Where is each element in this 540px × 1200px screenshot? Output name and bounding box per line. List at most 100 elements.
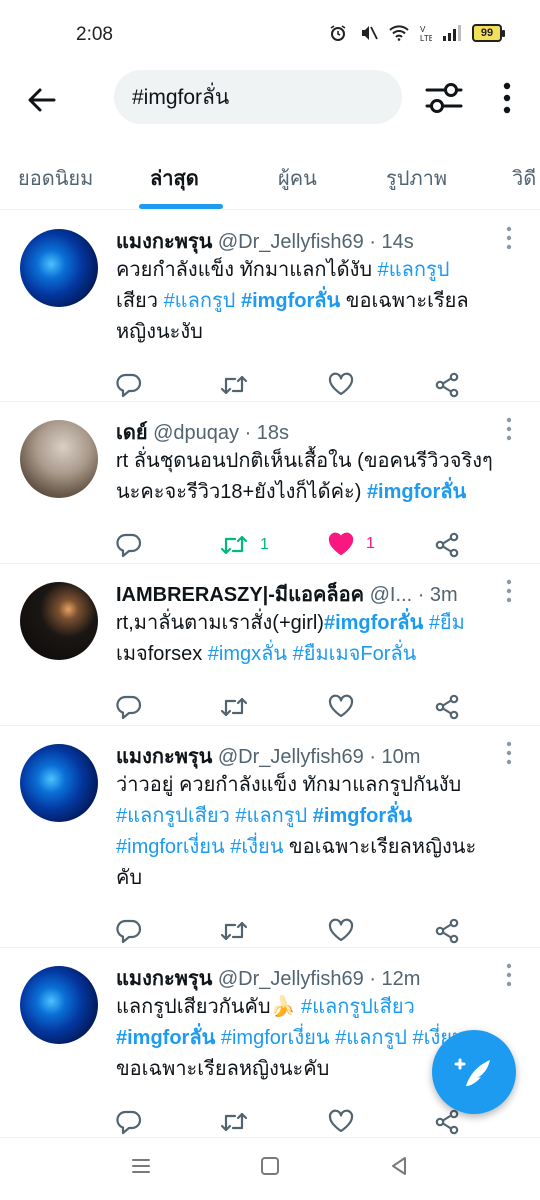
tweet[interactable]: แมงกะพรุน @Dr_Jellyfish69 · 10m ว่าวอยู่… bbox=[0, 726, 540, 948]
compose-icon bbox=[454, 1058, 490, 1086]
reply-button[interactable] bbox=[116, 532, 142, 558]
hashtag-link[interactable]: #เงี่ยน bbox=[230, 836, 283, 858]
filter-sliders-icon[interactable] bbox=[424, 80, 464, 116]
hashtag-link[interactable]: #imgforเงี่ยน bbox=[116, 836, 225, 858]
share-icon bbox=[435, 372, 459, 398]
avatar[interactable] bbox=[20, 420, 98, 498]
like-button[interactable] bbox=[328, 694, 366, 718]
retweet-button[interactable] bbox=[220, 1109, 260, 1135]
reply-icon bbox=[116, 919, 142, 944]
tweet-author-name[interactable]: แมงกะพรุน bbox=[116, 746, 212, 768]
tab-latest[interactable]: ล่าสุด bbox=[150, 162, 199, 194]
hashtag-link[interactable]: #imgforลั่น bbox=[367, 481, 466, 503]
tweet-text-segment: ควยกำลังแข็ง ทักมาแลกได้งับ bbox=[116, 259, 378, 281]
tweet-more-icon[interactable] bbox=[505, 963, 513, 987]
compose-button[interactable] bbox=[432, 1030, 516, 1114]
hashtag-link[interactable]: #แลกรูป bbox=[378, 259, 450, 281]
status-icons: V LTE 99 bbox=[329, 24, 505, 42]
reply-icon bbox=[116, 373, 142, 398]
tweet-text: ควยกำลังแข็ง ทักมาแลกได้งับ #แลกรูป เสียว… bbox=[116, 255, 516, 348]
retweet-button[interactable]: 1 bbox=[220, 532, 269, 558]
tab-videos[interactable]: วิดี bbox=[512, 162, 536, 194]
tweet[interactable]: แมงกะพรุน @Dr_Jellyfish69 · 14s ควยกำลัง… bbox=[0, 211, 540, 402]
hashtag-link[interactable]: #imgxลั่น bbox=[208, 643, 287, 665]
share-button[interactable] bbox=[434, 694, 460, 720]
reply-button[interactable] bbox=[116, 694, 142, 720]
like-button[interactable] bbox=[328, 1109, 366, 1133]
retweet-button[interactable] bbox=[220, 918, 260, 944]
tweet-author-name[interactable]: IAMBRERASZY|-มีแอคล็อค bbox=[116, 584, 364, 606]
tweet-author-name[interactable]: แมงกะพรุน bbox=[116, 231, 212, 253]
like-count: 1 bbox=[366, 535, 375, 552]
hashtag-link[interactable]: #imgforลั่น bbox=[313, 805, 412, 827]
hashtag-link[interactable]: #ยืมเมจForลั่น bbox=[293, 643, 417, 665]
avatar[interactable] bbox=[20, 744, 98, 822]
share-icon bbox=[435, 918, 459, 944]
hashtag-link[interactable]: #imgforลั่น bbox=[241, 290, 340, 312]
hashtag-link[interactable]: #imgforลั่น bbox=[324, 612, 423, 634]
reply-button[interactable] bbox=[116, 1109, 142, 1135]
like-button[interactable]: 1 bbox=[328, 532, 375, 556]
hashtag-link[interactable]: #แลกรูป bbox=[335, 1027, 407, 1049]
tweet-text-segment: ขอเฉพาะเรียล bbox=[340, 290, 469, 312]
recent-apps-icon[interactable] bbox=[130, 1155, 152, 1177]
retweet-button[interactable] bbox=[220, 694, 260, 720]
share-button[interactable] bbox=[434, 1109, 460, 1135]
tweet-header: IAMBRERASZY|-มีแอคล็อค @I... · 3m bbox=[116, 578, 458, 610]
hashtag-link[interactable]: #แลกรูปเสียว bbox=[301, 996, 415, 1018]
like-icon bbox=[328, 694, 354, 718]
hashtag-link[interactable]: #imgforลั่น bbox=[116, 1027, 215, 1049]
retweet-icon bbox=[220, 921, 248, 941]
tweet-author-handle: @dpuqay · 18s bbox=[153, 422, 290, 444]
tab-people[interactable]: ผู้คน bbox=[278, 162, 317, 194]
tweet-more-icon[interactable] bbox=[505, 579, 513, 603]
tweet-text: rt,มาลั่นตามเราสั่ง(+girl)#imgforลั่น #ย… bbox=[116, 608, 516, 670]
tweet-text-segment: ขอเฉพาะเรียลหญิงนะคับ bbox=[116, 1058, 330, 1080]
tab-top[interactable]: ยอดนิยม bbox=[18, 162, 93, 194]
reply-button[interactable] bbox=[116, 372, 142, 398]
tweet[interactable]: เดย์ @dpuqay · 18s rt ลั่นชุดนอนปกติเห็น… bbox=[0, 402, 540, 564]
tweet-author-name[interactable]: แมงกะพรุน bbox=[116, 968, 212, 990]
hashtag-link[interactable]: #แลกรูปเสียว bbox=[116, 805, 230, 827]
share-button[interactable] bbox=[434, 532, 460, 558]
hashtag-link[interactable]: #imgforเงี่ยน bbox=[221, 1027, 330, 1049]
hashtag-link[interactable]: #ยืม bbox=[429, 612, 465, 634]
hashtag-link[interactable]: #แลกรูป bbox=[164, 290, 236, 312]
avatar[interactable] bbox=[20, 229, 98, 307]
tweet-text-line: หญิงนะงับ bbox=[116, 317, 516, 348]
like-button[interactable] bbox=[328, 918, 366, 942]
like-button[interactable] bbox=[328, 372, 366, 396]
active-tab-indicator bbox=[139, 204, 223, 209]
tweet-author-handle: @Dr_Jellyfish69 · 10m bbox=[217, 746, 421, 768]
share-button[interactable] bbox=[434, 918, 460, 944]
share-icon bbox=[435, 694, 459, 720]
tweet-text-segment: นะคะจะรีวิว18+ยังไงก็ได้ค่ะ) bbox=[116, 481, 367, 503]
tab-photos[interactable]: รูปภาพ bbox=[386, 162, 447, 194]
tweet-text-line: คับ bbox=[116, 863, 516, 894]
reply-icon bbox=[116, 695, 142, 720]
retweet-button[interactable] bbox=[220, 372, 260, 398]
search-input[interactable]: #imgforลั่น bbox=[114, 70, 402, 124]
wifi-icon bbox=[389, 25, 409, 41]
back-arrow-icon[interactable] bbox=[26, 84, 58, 116]
tweet-more-icon[interactable] bbox=[505, 417, 513, 441]
more-vertical-icon[interactable] bbox=[497, 80, 517, 116]
home-icon[interactable] bbox=[259, 1155, 281, 1177]
reply-icon bbox=[116, 533, 142, 558]
tweet[interactable]: IAMBRERASZY|-มีแอคล็อค @I... · 3m rt,มาล… bbox=[0, 564, 540, 726]
tweet-text-segment: หญิงนะงับ bbox=[116, 321, 203, 343]
tweet-text-line: เสียว #แลกรูป #imgforลั่น ขอเฉพาะเรียล bbox=[116, 286, 516, 317]
tweet-text-line: ว่าวอยู่ ควยกำลังแข็ง ทักมาแลกรูปกันงับ bbox=[116, 770, 516, 801]
avatar[interactable] bbox=[20, 966, 98, 1044]
tweet-text-segment: เมจforsex bbox=[116, 643, 203, 665]
reply-button[interactable] bbox=[116, 918, 142, 944]
avatar[interactable] bbox=[20, 582, 98, 660]
tweet-header: แมงกะพรุน @Dr_Jellyfish69 · 12m bbox=[116, 962, 420, 994]
nav-back-icon[interactable] bbox=[388, 1155, 410, 1177]
tweet-author-name[interactable]: เดย์ bbox=[116, 422, 148, 444]
tweet-more-icon[interactable] bbox=[505, 226, 513, 250]
tweet-text-segment: ว่าวอยู่ ควยกำลังแข็ง ทักมาแลกรูปกันงับ bbox=[116, 774, 462, 796]
tweet-more-icon[interactable] bbox=[505, 741, 513, 765]
share-button[interactable] bbox=[434, 372, 460, 398]
hashtag-link[interactable]: #แลกรูป bbox=[235, 805, 307, 827]
